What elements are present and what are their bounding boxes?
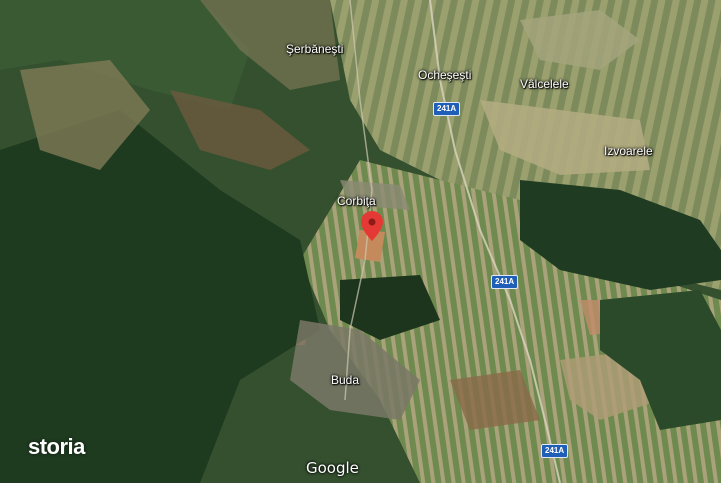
place-label-serbanesti: Şerbăneşti xyxy=(286,42,344,56)
google-attribution: Google xyxy=(306,459,359,477)
place-label-ochesesti: Ocheşeşti xyxy=(418,68,472,82)
satellite-imagery xyxy=(0,0,721,483)
location-pin-icon[interactable] xyxy=(361,211,383,241)
place-label-izvoarele: Izvoarele xyxy=(604,144,653,158)
place-label-buda: Buda xyxy=(331,373,360,387)
satellite-map[interactable]: Şerbăneşti Ocheşeşti Vâlcelele Izvoarele… xyxy=(0,0,721,483)
place-label-valcelele: Vâlcelele xyxy=(520,77,569,91)
storia-logo: storia xyxy=(28,434,85,459)
road-shield-241a: 241A xyxy=(541,444,569,458)
road-shield-241a: 241A xyxy=(433,102,461,116)
road-shield-241a: 241A xyxy=(491,275,519,289)
place-label-corbita: Corbiţa xyxy=(337,194,376,208)
